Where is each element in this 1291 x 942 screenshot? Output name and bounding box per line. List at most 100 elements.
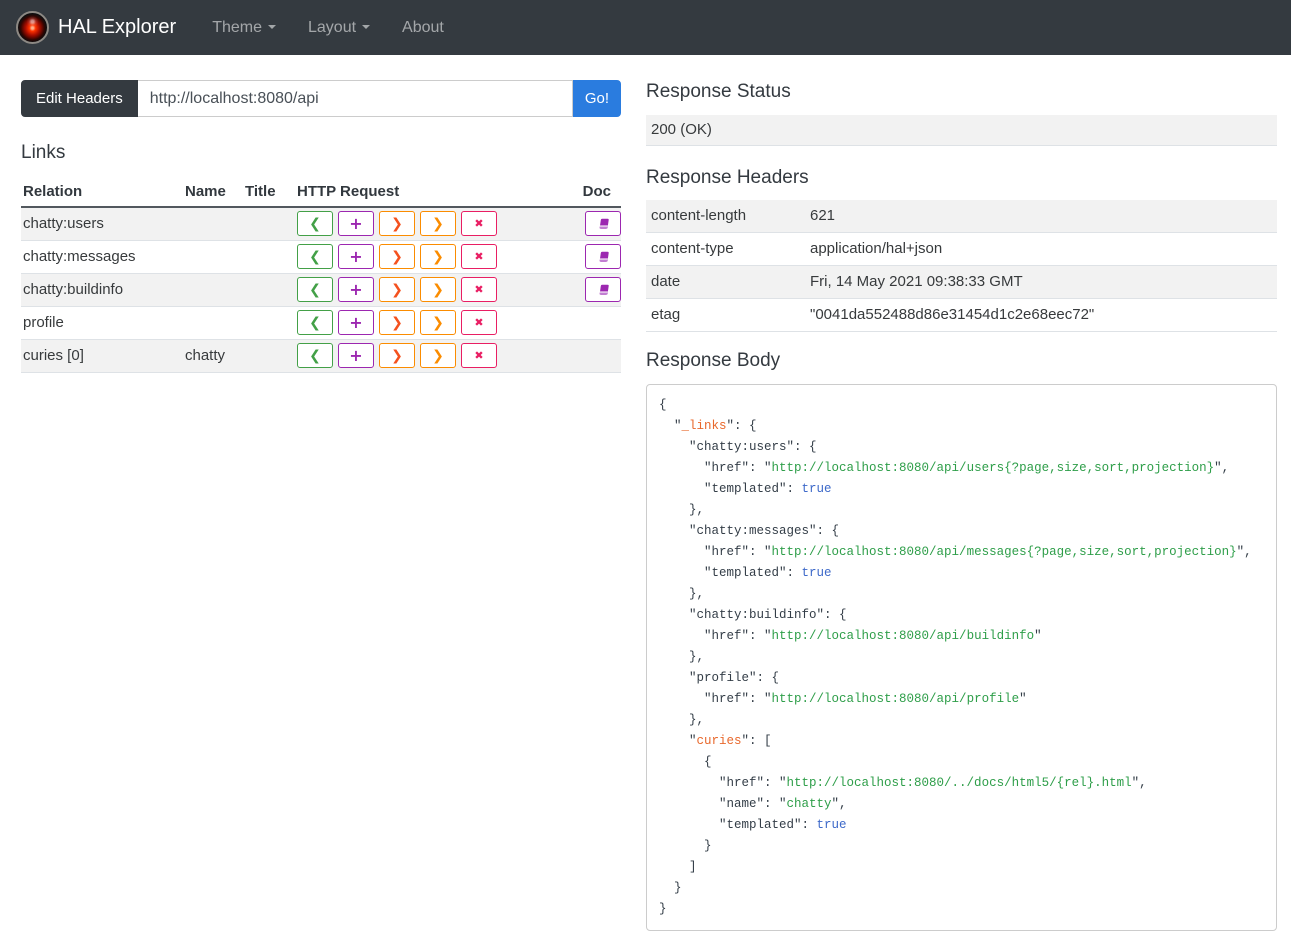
code-line: "_links": { (659, 418, 757, 433)
code-line: "profile": { (659, 670, 780, 685)
code-line: } (659, 880, 682, 895)
header-name: etag (651, 306, 681, 324)
http-request-buttons: ❮ + ❯ ❯ ✖ (297, 343, 581, 369)
book-icon (599, 284, 609, 295)
code-line: "name": "chatty", (659, 796, 847, 811)
delete-request-button[interactable]: ✖ (461, 211, 497, 237)
put-request-button[interactable]: ❯ (379, 211, 415, 237)
get-request-button[interactable]: ❮ (297, 310, 333, 336)
header-name: date (651, 273, 681, 291)
post-request-button[interactable]: + (338, 244, 374, 270)
response-header-row: content-type application/hal+json (646, 233, 1277, 266)
header-value: application/hal+json (810, 240, 943, 258)
column-http-request: HTTP Request (297, 182, 400, 200)
doc-button[interactable] (585, 277, 621, 303)
nav-layout-dropdown[interactable]: Layout (296, 11, 382, 45)
post-request-button[interactable]: + (338, 211, 374, 237)
delete-request-button[interactable]: ✖ (461, 343, 497, 369)
http-request-buttons: ❮ + ❯ ❯ ✖ (297, 211, 581, 237)
code-line: "href": "http://localhost:8080/api/messa… (659, 544, 1252, 559)
header-value: Fri, 14 May 2021 09:38:33 GMT (810, 273, 1023, 291)
code-line: "chatty:users": { (659, 439, 817, 454)
chevron-down-icon (268, 25, 276, 30)
patch-request-button[interactable]: ❯ (420, 211, 456, 237)
header-name: content-length (651, 207, 747, 225)
get-request-button[interactable]: ❮ (297, 343, 333, 369)
doc-button[interactable] (585, 244, 621, 270)
name-label: chatty (185, 347, 226, 365)
links-heading: Links (21, 142, 66, 163)
code-line: "href": "http://localhost:8080/api/users… (659, 460, 1230, 475)
doc-button[interactable] (585, 211, 621, 237)
code-line: }, (659, 502, 705, 517)
brand-link[interactable]: HAL Explorer (16, 11, 176, 44)
code-line: "templated": true (659, 481, 832, 496)
get-request-button[interactable]: ❮ (297, 277, 333, 303)
go-button[interactable]: Go! (572, 80, 621, 117)
relation-label: profile (23, 314, 64, 332)
link-row: chatty:messages ❮ + ❯ ❯ ✖ (21, 241, 621, 274)
response-status-heading: Response Status (646, 81, 791, 102)
put-request-button[interactable]: ❯ (379, 277, 415, 303)
link-row: profile ❮ + ❯ ❯ ✖ (21, 307, 621, 340)
put-request-button[interactable]: ❯ (379, 310, 415, 336)
link-row: chatty:users ❮ + ❯ ❯ ✖ (21, 207, 621, 241)
api-url-input[interactable] (137, 80, 573, 117)
book-icon (599, 251, 609, 262)
response-body-heading: Response Body (646, 349, 781, 371)
navbar-menu: Theme Layout About (200, 11, 456, 45)
request-bar: Edit Headers Go! (21, 80, 621, 117)
edit-headers-button[interactable]: Edit Headers (21, 80, 138, 117)
delete-request-button[interactable]: ✖ (461, 277, 497, 303)
post-request-button[interactable]: + (338, 310, 374, 336)
code-line: "href": "http://localhost:8080/api/profi… (659, 691, 1027, 706)
header-value: 621 (810, 207, 836, 225)
http-request-buttons: ❮ + ❯ ❯ ✖ (297, 310, 581, 336)
nav-about-link[interactable]: About (390, 11, 456, 45)
column-name: Name (185, 182, 226, 200)
patch-request-button[interactable]: ❯ (420, 310, 456, 336)
book-icon (599, 218, 609, 229)
nav-theme-dropdown[interactable]: Theme (200, 11, 288, 45)
put-request-button[interactable]: ❯ (379, 343, 415, 369)
column-doc: Doc (582, 182, 611, 200)
response-headers-heading: Response Headers (646, 166, 809, 188)
hal-eye-icon (16, 11, 49, 44)
http-request-buttons: ❮ + ❯ ❯ ✖ (297, 244, 581, 270)
code-line: } (659, 901, 667, 916)
explorer-column: Edit Headers Go! Links Relation Name Tit… (21, 80, 621, 373)
delete-request-button[interactable]: ✖ (461, 310, 497, 336)
brand-title: HAL Explorer (58, 16, 177, 38)
response-body-panel: { "_links": { "chatty:users": { "href": … (646, 383, 1277, 931)
response-header-row: etag "0041da552488d86e31454d1c2e68eec72" (646, 299, 1277, 332)
response-body-json: { "_links": { "chatty:users": { "href": … (659, 395, 1264, 920)
relation-label: chatty:users (23, 215, 104, 233)
column-title: Title (245, 182, 276, 200)
links-table: Relation Name Title HTTP Request Doc cha… (21, 177, 621, 373)
response-status-value: 200 (OK) (646, 114, 1277, 146)
response-headers-table: content-length 621 content-type applicat… (646, 199, 1277, 332)
relation-label: curies [0] (23, 347, 84, 365)
code-line: } (659, 838, 712, 853)
code-line: "templated": true (659, 817, 847, 832)
response-column: Response Status 200 (OK) Response Header… (646, 80, 1277, 931)
get-request-button[interactable]: ❮ (297, 244, 333, 270)
code-line: }, (659, 586, 705, 601)
code-line: ] (659, 859, 697, 874)
put-request-button[interactable]: ❯ (379, 244, 415, 270)
links-table-header: Relation Name Title HTTP Request Doc (21, 177, 621, 208)
code-line: { (659, 754, 712, 769)
response-header-row: content-length 621 (646, 199, 1277, 233)
header-value: "0041da552488d86e31454d1c2e68eec72" (810, 306, 1095, 324)
get-request-button[interactable]: ❮ (297, 211, 333, 237)
main-content: Edit Headers Go! Links Relation Name Tit… (0, 55, 1291, 931)
patch-request-button[interactable]: ❯ (420, 244, 456, 270)
http-request-buttons: ❮ + ❯ ❯ ✖ (297, 277, 581, 303)
delete-request-button[interactable]: ✖ (461, 244, 497, 270)
post-request-button[interactable]: + (338, 277, 374, 303)
code-line: "chatty:buildinfo": { (659, 607, 847, 622)
post-request-button[interactable]: + (338, 343, 374, 369)
code-line: }, (659, 649, 705, 664)
patch-request-button[interactable]: ❯ (420, 343, 456, 369)
patch-request-button[interactable]: ❯ (420, 277, 456, 303)
